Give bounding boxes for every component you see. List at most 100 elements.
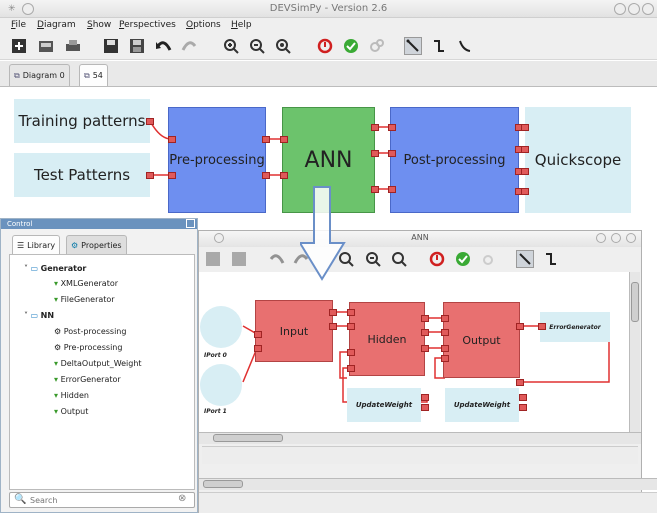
port[interactable] xyxy=(280,136,288,143)
menu-file[interactable]: File xyxy=(11,20,26,30)
port[interactable] xyxy=(262,172,270,179)
port[interactable] xyxy=(516,379,524,386)
check-button[interactable] xyxy=(342,37,360,55)
port[interactable] xyxy=(521,124,529,131)
menu-perspectives[interactable]: Perspectives xyxy=(119,20,176,30)
tree-item-xmlgenerator[interactable]: ▾ XMLGenerator xyxy=(54,279,118,288)
ann-horizontal-scrollbar[interactable] xyxy=(199,432,641,444)
print-button[interactable] xyxy=(64,37,82,55)
port[interactable] xyxy=(254,331,262,338)
port[interactable] xyxy=(146,172,154,179)
square-link-button[interactable] xyxy=(542,250,560,268)
zoom-in-button[interactable] xyxy=(222,37,240,55)
tree-item-output[interactable]: ▾ Output xyxy=(54,407,88,416)
tab-library[interactable]: ☰ Library xyxy=(12,235,61,254)
minimize-button[interactable] xyxy=(614,3,626,15)
port[interactable] xyxy=(421,329,429,336)
menu-show[interactable]: Show xyxy=(87,20,111,30)
scrollbar-thumb[interactable] xyxy=(203,480,243,488)
new-diagram-button[interactable] xyxy=(10,37,28,55)
port[interactable] xyxy=(347,309,355,316)
stop-button[interactable] xyxy=(428,250,446,268)
tree-item-post-processing[interactable]: ⚙ Post-processing xyxy=(54,327,126,336)
port[interactable] xyxy=(329,323,337,330)
ann-vertical-scrollbar[interactable] xyxy=(629,272,640,432)
maximize-button[interactable] xyxy=(611,233,621,243)
zoom-fit-button[interactable] xyxy=(390,250,408,268)
quickscope-block[interactable]: Quickscope xyxy=(525,107,631,213)
linear-link-button[interactable] xyxy=(456,37,474,55)
direct-link-button[interactable] xyxy=(516,250,534,268)
direct-link-button[interactable] xyxy=(404,37,422,55)
port[interactable] xyxy=(521,146,529,153)
zoom-out-button[interactable] xyxy=(248,37,266,55)
tree-item-nn[interactable]: ˅ ▭ NN xyxy=(24,311,54,320)
post-processing-block[interactable]: Post-processing xyxy=(390,107,519,213)
save-as-button[interactable] xyxy=(128,37,146,55)
redo-button[interactable] xyxy=(180,37,198,55)
ann-canvas[interactable]: IPort 0 IPort 1 Input Hidden Output Erro… xyxy=(199,272,629,432)
port[interactable] xyxy=(146,118,154,125)
maximize-button[interactable] xyxy=(628,3,640,15)
open-button[interactable] xyxy=(37,37,55,55)
tree-item-deltaoutput-weight[interactable]: ▾ DeltaOutput_Weight xyxy=(54,359,142,368)
port[interactable] xyxy=(388,186,396,193)
search-input[interactable] xyxy=(30,494,170,506)
tab-diagram-0[interactable]: ⧉ Diagram 0 xyxy=(9,64,70,86)
save-button[interactable] xyxy=(102,37,120,55)
port[interactable] xyxy=(280,172,288,179)
stop-button[interactable] xyxy=(316,37,334,55)
port[interactable] xyxy=(521,188,529,195)
port[interactable] xyxy=(371,124,379,131)
tree-item-hidden[interactable]: ▾ Hidden xyxy=(54,391,89,400)
pre-processing-block[interactable]: Pre-processing xyxy=(168,107,266,213)
menu-diagram[interactable]: Diagram xyxy=(37,20,76,30)
close-button[interactable] xyxy=(626,233,636,243)
updateweight-block-2[interactable]: UpdateWeight xyxy=(445,388,519,422)
tree-item-pre-processing[interactable]: ⚙ Pre-processing xyxy=(54,343,122,352)
port[interactable] xyxy=(168,136,176,143)
close-button[interactable] xyxy=(642,3,654,15)
port[interactable] xyxy=(441,355,449,362)
tree-item-filegenerator[interactable]: ▾ FileGenerator xyxy=(54,295,115,304)
iport-0[interactable] xyxy=(200,306,242,348)
port[interactable] xyxy=(516,323,524,330)
errorgenerator-block[interactable]: ErrorGenerator xyxy=(540,312,610,342)
port[interactable] xyxy=(168,172,176,179)
menu-help[interactable]: Help xyxy=(231,20,252,30)
port[interactable] xyxy=(441,315,449,322)
panel-close-icon[interactable] xyxy=(186,219,195,228)
port[interactable] xyxy=(347,365,355,372)
port[interactable] xyxy=(421,345,429,352)
port[interactable] xyxy=(262,136,270,143)
save-as-button[interactable] xyxy=(230,250,248,268)
port[interactable] xyxy=(441,345,449,352)
updateweight-block-1[interactable]: UpdateWeight xyxy=(347,388,421,422)
port[interactable] xyxy=(519,394,527,401)
tree-item-errorgenerator[interactable]: ▾ ErrorGenerator xyxy=(54,375,121,384)
port[interactable] xyxy=(538,323,546,330)
check-button[interactable] xyxy=(454,250,472,268)
tab-properties[interactable]: ⚙ Properties xyxy=(66,235,127,254)
simulate-button[interactable] xyxy=(480,250,498,268)
port[interactable] xyxy=(329,309,337,316)
port[interactable] xyxy=(347,323,355,330)
main-horizontal-scrollbar[interactable] xyxy=(199,478,657,490)
menu-options[interactable]: Options xyxy=(186,20,221,30)
zoom-out-button[interactable] xyxy=(364,250,382,268)
tab-54[interactable]: ⧉ 54 xyxy=(79,64,108,86)
port[interactable] xyxy=(388,124,396,131)
undo-button[interactable] xyxy=(155,37,173,55)
minimize-button[interactable] xyxy=(596,233,606,243)
input-block[interactable]: Input xyxy=(255,300,333,362)
port[interactable] xyxy=(421,394,429,401)
port[interactable] xyxy=(521,168,529,175)
port[interactable] xyxy=(371,150,379,157)
port[interactable] xyxy=(388,150,396,157)
save-button[interactable] xyxy=(204,250,222,268)
port[interactable] xyxy=(421,315,429,322)
zoom-fit-button[interactable] xyxy=(274,37,292,55)
tree-item-generator[interactable]: ˅ ▭ Generator xyxy=(24,264,86,273)
port[interactable] xyxy=(519,404,527,411)
hidden-block[interactable]: Hidden xyxy=(349,302,425,376)
